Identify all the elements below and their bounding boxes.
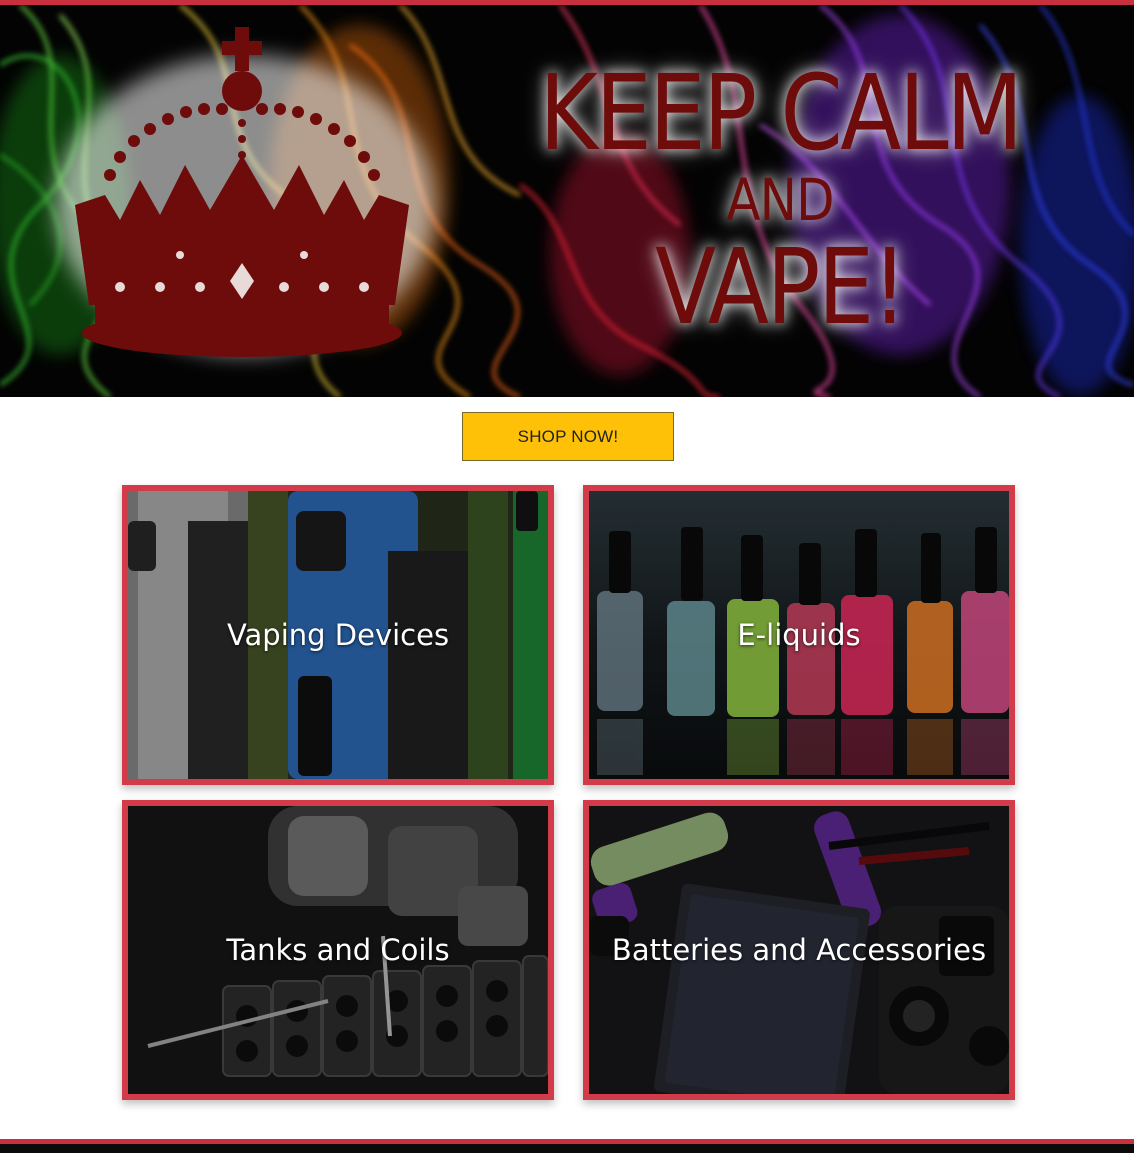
category-card-tanks-and-coils[interactable]: Tanks and Coils [122, 800, 554, 1100]
hero-headline: KEEP CALM AND VAPE! [460, 57, 1100, 343]
category-label: E-liquids [737, 618, 861, 652]
category-card-vaping-devices[interactable]: Vaping Devices [122, 485, 554, 785]
hero-banner[interactable]: KEEP CALM AND VAPE! [0, 5, 1134, 397]
hero-line-keep-calm: KEEP CALM [539, 52, 1023, 174]
category-label: Tanks and Coils [226, 933, 450, 967]
hero-line-vape: VAPE! [654, 226, 908, 348]
category-label: Vaping Devices [226, 618, 450, 652]
shop-now-button[interactable]: SHOP NOW! [462, 412, 674, 461]
category-card-batteries-and-accessories[interactable]: Batteries and Accessories [583, 800, 1015, 1100]
footer [0, 1144, 1134, 1153]
hero-line-and: AND [726, 166, 834, 234]
category-label: Batteries and Accessories [611, 933, 987, 967]
category-card-e-liquids[interactable]: E-liquids [583, 485, 1015, 785]
